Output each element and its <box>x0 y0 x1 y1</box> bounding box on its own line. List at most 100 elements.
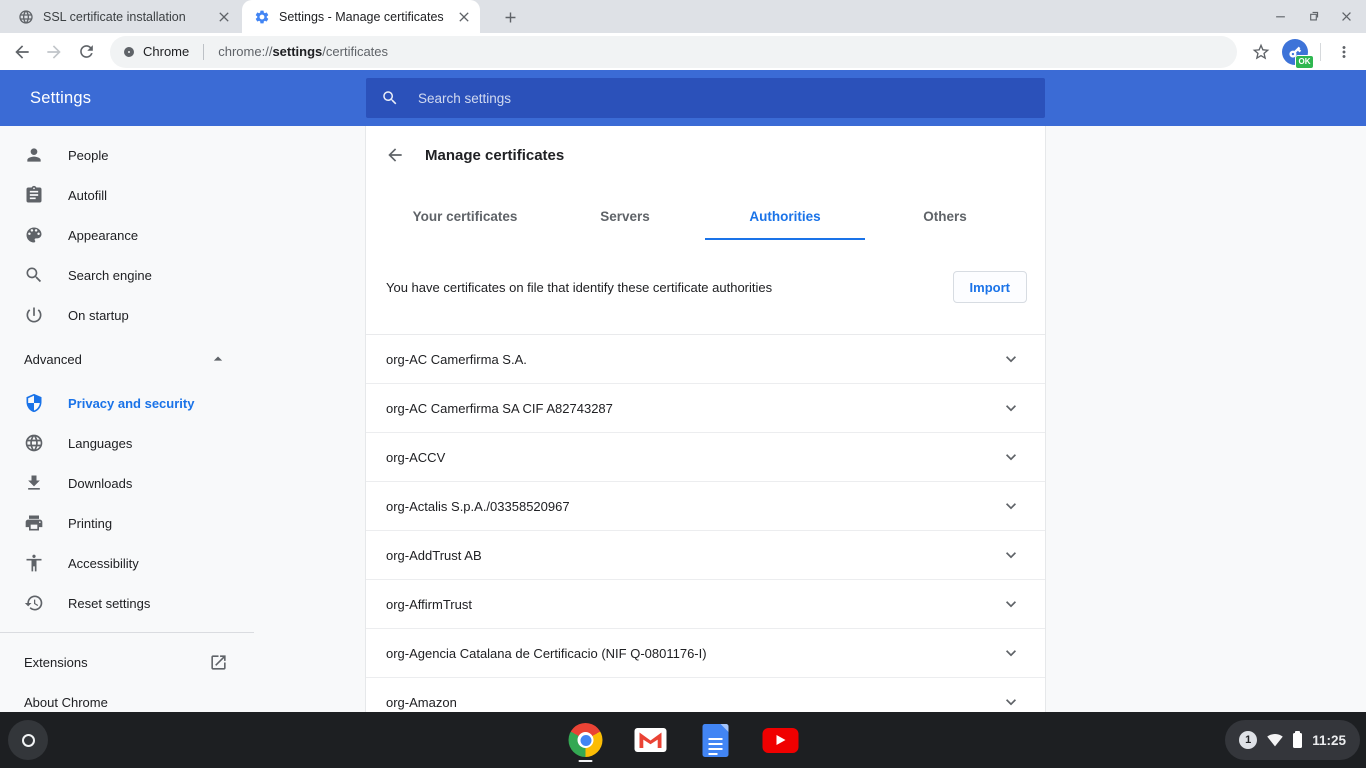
search-icon <box>24 265 44 285</box>
shelf-app-chrome[interactable] <box>568 722 604 758</box>
shelf-app-youtube[interactable] <box>763 722 799 758</box>
certificate-row[interactable]: org-Amazon <box>366 678 1045 712</box>
wifi-icon <box>1267 732 1283 748</box>
sidebar-item-on-startup[interactable]: On startup <box>0 295 254 335</box>
docs-icon <box>703 724 729 757</box>
certificate-name: org-Amazon <box>386 695 457 710</box>
tab-strip: SSL certificate installation Settings - … <box>0 0 1366 33</box>
running-app-indicator <box>579 760 593 763</box>
sidebar-label: Search engine <box>68 268 152 283</box>
tab-authorities[interactable]: Authorities <box>705 197 865 240</box>
chevron-down-icon[interactable] <box>1001 545 1021 565</box>
sidebar-item-people[interactable]: People <box>0 135 254 175</box>
certificate-row[interactable]: org-Agencia Catalana de Certificacio (NI… <box>366 629 1045 678</box>
chromeos-shelf: 1 11:25 <box>0 712 1366 768</box>
forward-button[interactable] <box>40 38 68 66</box>
sidebar-item-about-chrome[interactable]: About Chrome <box>0 682 254 712</box>
certificate-row[interactable]: org-AffirmTrust <box>366 580 1045 629</box>
tab-close-icon[interactable] <box>456 9 472 25</box>
power-icon <box>24 305 44 325</box>
sidebar-item-extensions[interactable]: Extensions <box>0 642 254 682</box>
settings-search-input[interactable] <box>418 91 1030 106</box>
sidebar-label: Downloads <box>68 476 132 491</box>
minimize-button[interactable] <box>1268 4 1292 28</box>
certificate-name: org-AddTrust AB <box>386 548 482 563</box>
certificate-name: org-AffirmTrust <box>386 597 472 612</box>
close-icon <box>1339 9 1354 24</box>
address-bar[interactable]: Chrome chrome://settings/certificates <box>110 36 1237 68</box>
battery-icon <box>1293 733 1302 748</box>
tab-servers[interactable]: Servers <box>545 197 705 240</box>
settings-search[interactable] <box>366 78 1045 118</box>
globe-icon <box>24 433 44 453</box>
shelf-app-docs[interactable] <box>698 722 734 758</box>
youtube-icon <box>763 728 799 753</box>
settings-sidebar: People Autofill Appearance Search engine… <box>0 126 254 712</box>
sidebar-item-printing[interactable]: Printing <box>0 503 254 543</box>
manage-certificates-card: Manage certificates Your certificates Se… <box>365 126 1046 712</box>
tab-your-certificates[interactable]: Your certificates <box>385 197 545 240</box>
toolbar-divider <box>1320 43 1321 61</box>
sidebar-label: People <box>68 148 108 163</box>
tab-title: Settings - Manage certificates <box>279 10 447 24</box>
sidebar-item-languages[interactable]: Languages <box>0 423 254 463</box>
restore-button[interactable] <box>1301 4 1325 28</box>
new-tab-button[interactable] <box>498 5 522 29</box>
bookmark-button[interactable] <box>1247 38 1275 66</box>
sidebar-item-accessibility[interactable]: Accessibility <box>0 543 254 583</box>
chevron-down-icon[interactable] <box>1001 692 1021 712</box>
browser-tab-ssl-certificate[interactable]: SSL certificate installation <box>6 0 240 33</box>
forward-arrow-icon <box>44 42 64 62</box>
certificate-name: org-Agencia Catalana de Certificacio (NI… <box>386 646 707 661</box>
sidebar-item-privacy-security[interactable]: Privacy and security <box>0 383 254 423</box>
launcher-button[interactable] <box>8 720 48 760</box>
certificate-row[interactable]: org-AddTrust AB <box>366 531 1045 580</box>
settings-page: People Autofill Appearance Search engine… <box>0 126 1366 712</box>
reload-icon <box>77 42 96 61</box>
back-arrow-icon[interactable] <box>385 145 405 165</box>
avatar-status-badge: OK <box>1295 55 1314 69</box>
clock: 11:25 <box>1312 733 1346 748</box>
chevron-down-icon[interactable] <box>1001 447 1021 467</box>
chevron-down-icon[interactable] <box>1001 398 1021 418</box>
clipboard-icon <box>24 185 44 205</box>
tab-close-icon[interactable] <box>216 9 232 25</box>
palette-icon <box>24 225 44 245</box>
certificate-row[interactable]: org-ACCV <box>366 433 1045 482</box>
sidebar-item-downloads[interactable]: Downloads <box>0 463 254 503</box>
shelf-app-gmail[interactable] <box>633 722 669 758</box>
certificate-row[interactable]: org-Actalis S.p.A./03358520967 <box>366 482 1045 531</box>
browser-toolbar: Chrome chrome://settings/certificates OK <box>0 33 1366 70</box>
download-icon <box>24 473 44 493</box>
status-tray[interactable]: 1 11:25 <box>1225 720 1360 760</box>
tab-others[interactable]: Others <box>865 197 1025 240</box>
chevron-down-icon[interactable] <box>1001 643 1021 663</box>
chevron-down-icon[interactable] <box>1001 349 1021 369</box>
settings-header: Settings <box>0 70 1366 126</box>
shield-icon <box>24 393 44 413</box>
gmail-icon <box>635 728 667 752</box>
certificate-row[interactable]: org-AC Camerfirma S.A. <box>366 335 1045 384</box>
sidebar-item-search-engine[interactable]: Search engine <box>0 255 254 295</box>
page-title: Manage certificates <box>425 147 564 164</box>
import-button[interactable]: Import <box>953 271 1027 303</box>
history-icon <box>24 593 44 613</box>
close-window-button[interactable] <box>1334 4 1358 28</box>
browser-tab-settings[interactable]: Settings - Manage certificates <box>242 0 480 33</box>
reload-button[interactable] <box>72 38 100 66</box>
sidebar-label: Reset settings <box>68 596 150 611</box>
sidebar-item-appearance[interactable]: Appearance <box>0 215 254 255</box>
open-in-new-icon <box>209 653 228 672</box>
back-button[interactable] <box>8 38 36 66</box>
certificate-row[interactable]: org-AC Camerfirma SA CIF A82743287 <box>366 384 1045 433</box>
authorities-description: You have certificates on file that ident… <box>386 280 772 295</box>
sidebar-label: Privacy and security <box>68 396 194 411</box>
sidebar-advanced-toggle[interactable]: Advanced <box>0 335 254 383</box>
chevron-down-icon[interactable] <box>1001 594 1021 614</box>
sidebar-item-autofill[interactable]: Autofill <box>0 175 254 215</box>
browser-menu-button[interactable] <box>1330 38 1358 66</box>
chevron-down-icon[interactable] <box>1001 496 1021 516</box>
sidebar-item-reset-settings[interactable]: Reset settings <box>0 583 254 623</box>
restore-icon <box>1306 9 1321 24</box>
profile-avatar[interactable]: OK <box>1282 39 1308 65</box>
